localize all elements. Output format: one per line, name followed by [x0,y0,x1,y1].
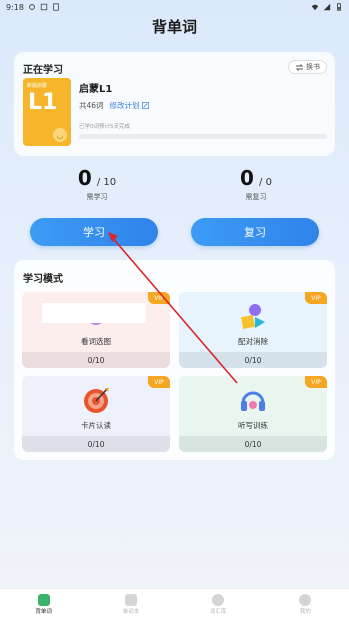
mode-name: 听写训练 [238,421,268,430]
progress-text: 已学0词预计5天完成 [79,124,130,130]
stat-review-label: 需复习 [245,193,267,201]
tab-word-book[interactable]: 单词本 [87,589,174,620]
stat-review-total: / 0 [259,177,272,188]
edit-plan-label: 修改计划 [109,101,140,110]
mode-card-flashcard[interactable]: VIP 卡片认读 0/10 [22,376,170,452]
book-cover[interactable]: 新版启蒙 L1 ◡ [23,78,71,146]
book-icon [124,594,137,606]
tab-profile[interactable]: 我的 [262,589,349,620]
change-book-label: 换书 [306,63,320,71]
headphones-icon [241,391,265,411]
tab-label: 我的 [299,609,311,615]
stat-learn-label: 需学习 [86,193,108,201]
stat-review: 0 / 0 需复习 [206,166,306,202]
gear-icon [29,4,35,10]
book-meta: 共46词 修改计划 [79,100,149,111]
status-time: 9:18 [6,2,24,12]
tab-label: 背单词 [35,609,52,615]
bottom-tab-bar: 背单词 单词本 词汇库 我的 [0,588,349,620]
swap-icon [295,63,304,71]
signal-icon [323,3,331,11]
tab-label: 单词本 [122,609,140,615]
review-button[interactable]: 复习 [191,218,319,246]
stat-learn: 0 / 10 需学习 [47,166,147,202]
mode-count: 0/10 [22,436,170,452]
stat-learn-total: / 10 [96,177,117,188]
mode-count: 0/10 [179,352,327,368]
mode-name: 配对消除 [238,337,268,346]
current-study-label: 正在学习 [23,65,63,76]
tab-vocabulary[interactable]: 词汇库 [175,589,262,620]
battery-icon [337,3,341,11]
edit-icon [141,102,149,109]
mode-name: 看词选图 [81,337,111,346]
target-icon [84,388,109,413]
tab-label: 词汇库 [209,609,227,615]
box-icon [40,3,48,11]
mode-count: 0/10 [179,436,327,452]
book-cover-level: L1 [28,90,58,115]
current-study-card: 正在学习 换书 新版启蒙 L1 ◡ 启蒙L1 共46词 修改计划 已学0词预计5… [14,52,335,156]
stat-review-value: 0 [240,166,254,190]
bulb-icon [212,594,225,606]
mode-card-dictation[interactable]: VIP 听写训练 0/10 [179,376,327,452]
book-cover-series: 新版启蒙 [27,83,48,89]
mode-name: 卡片认读 [81,421,111,430]
learn-button[interactable]: 学习 [30,218,158,246]
stat-learn-value: 0 [77,166,92,190]
status-bar: 9:18 [0,0,349,14]
book-title: 启蒙L1 [79,84,113,95]
mode-card-pair-match[interactable]: VIP 配对消除 0/10 [179,292,327,368]
change-book-button[interactable]: 换书 [288,60,327,74]
study-modes-title: 学习模式 [23,274,63,285]
profile-icon [299,594,312,606]
mode-count: 0/10 [22,352,170,368]
wifi-icon [311,4,319,11]
page-title: 背单词 [151,18,197,36]
progress-bar [79,134,327,139]
tab-memorize-words[interactable]: 背单词 [0,589,87,620]
sim-icon [53,3,59,11]
study-modes-panel: 学习模式 VIP 看词选图 0/10 VIP 配对消除 0/10 VIP 卡片认… [14,260,335,460]
redaction-block [42,303,146,323]
edit-plan-link[interactable]: 修改计划 [110,100,149,111]
pair-match-icon [240,304,265,330]
memorize-icon [37,594,50,606]
word-count: 共46词 [79,101,104,110]
smile-icon: ◡ [53,128,67,142]
